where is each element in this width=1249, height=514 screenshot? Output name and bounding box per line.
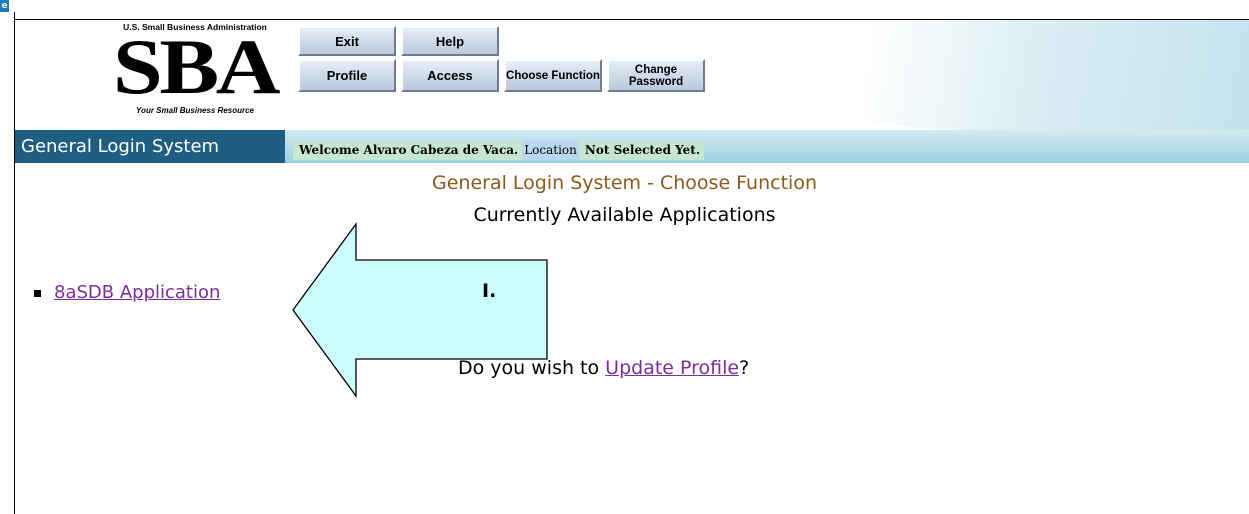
- location-label: Location: [522, 141, 579, 160]
- profile-button[interactable]: Profile: [298, 59, 396, 92]
- left-arrow-icon: [292, 222, 548, 398]
- welcome-message: Welcome Alvaro Cabeza de Vaca. Location …: [293, 141, 705, 160]
- sba-logo: U.S. Small Business Administration SBA Y…: [100, 22, 290, 126]
- exit-button[interactable]: Exit: [298, 26, 396, 56]
- section-title: Currently Available Applications: [473, 204, 776, 226]
- access-button[interactable]: Access: [401, 59, 499, 92]
- help-button[interactable]: Help: [401, 26, 499, 56]
- choose-function-button[interactable]: Choose Function: [504, 59, 602, 92]
- update-suffix: ?: [739, 357, 750, 379]
- bullet-icon: [34, 290, 41, 297]
- window-icon: e: [0, 0, 9, 12]
- application-link-8asdb[interactable]: 8aSDB Application: [54, 282, 220, 303]
- header-decoration: [700, 20, 1249, 130]
- change-password-button[interactable]: Change Password: [607, 59, 705, 92]
- frame-border: [14, 12, 15, 514]
- frame-border-top: [14, 19, 1249, 20]
- step-label: I.: [482, 280, 497, 302]
- location-value: Not Selected Yet.: [584, 143, 701, 157]
- app-title: General Login System: [15, 130, 285, 163]
- update-profile-link[interactable]: Update Profile: [605, 357, 739, 379]
- logo-wordmark: SBA: [112, 23, 281, 110]
- page-title: General Login System - Choose Function: [431, 172, 817, 194]
- welcome-user: Welcome Alvaro Cabeza de Vaca.: [299, 143, 519, 157]
